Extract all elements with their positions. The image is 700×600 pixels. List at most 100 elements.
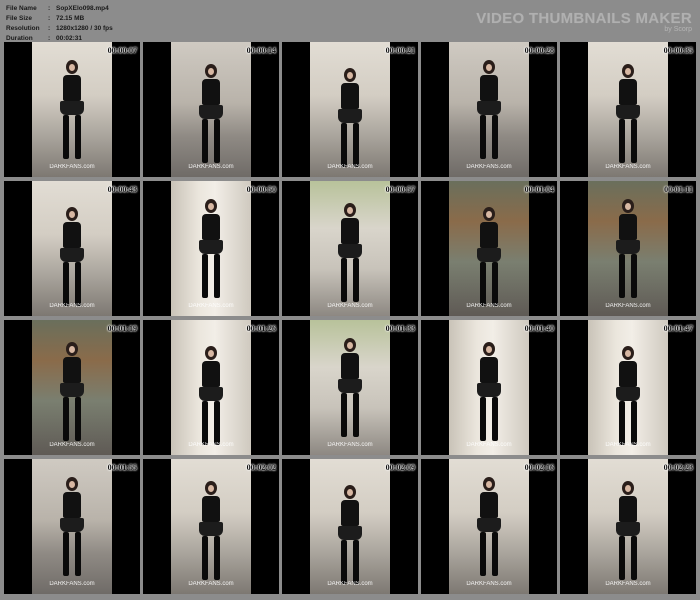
thumbnail-frame[interactable]: 00:02:02 DARKFANS.com xyxy=(143,459,279,594)
timestamp: 00:00:57 xyxy=(385,185,415,194)
thumbnail-frame[interactable]: 00:01:04 DARKFANS.com xyxy=(421,181,557,316)
watermark: DARKFANS.com xyxy=(188,442,234,448)
watermark: DARKFANS.com xyxy=(466,303,512,309)
thumbnail-image xyxy=(171,459,251,594)
timestamp: 00:00:07 xyxy=(107,46,137,55)
watermark: DARKFANS.com xyxy=(327,581,373,587)
watermark: DARKFANS.com xyxy=(49,442,95,448)
person-figure xyxy=(60,477,84,576)
watermark: DARKFANS.com xyxy=(466,164,512,170)
thumbnail-frame[interactable]: 00:02:09 DARKFANS.com xyxy=(282,459,418,594)
timestamp: 00:01:33 xyxy=(385,324,415,333)
file-name-label: File Name xyxy=(6,5,37,12)
file-size-separator: : xyxy=(48,15,51,22)
timestamp: 00:01:11 xyxy=(664,185,693,194)
file-info-panel: File Name : SopXElo098.mp4 File Size : 7… xyxy=(6,4,113,44)
person-figure xyxy=(60,207,84,306)
resolution-separator: : xyxy=(48,25,51,32)
person-figure xyxy=(338,338,362,437)
timestamp: 00:00:35 xyxy=(663,46,693,55)
thumbnail-frame[interactable]: 00:01:11 DARKFANS.com xyxy=(560,181,696,316)
timestamp: 00:01:26 xyxy=(246,324,276,333)
brand-logo: VIDEO THUMBNAILS MAKER by Scorp xyxy=(476,10,692,33)
person-figure xyxy=(477,60,501,159)
thumbnail-image xyxy=(310,181,390,316)
person-figure xyxy=(616,346,640,445)
person-figure xyxy=(477,207,501,306)
thumbnail-frame[interactable]: 00:00:14 DARKFANS.com xyxy=(143,42,279,177)
person-figure xyxy=(60,60,84,159)
thumbnail-image xyxy=(310,320,390,455)
person-figure xyxy=(616,64,640,163)
thumbnail-image xyxy=(32,42,112,177)
resolution-label: Resolution xyxy=(6,25,40,32)
person-figure xyxy=(199,199,223,298)
thumbnail-frame[interactable]: 00:00:28 DARKFANS.com xyxy=(421,42,557,177)
thumbnail-image xyxy=(449,459,529,594)
thumbnail-image xyxy=(449,181,529,316)
thumbnail-frame[interactable]: 00:01:19 DARKFANS.com xyxy=(4,320,140,455)
thumbnail-frame[interactable]: 00:01:26 DARKFANS.com xyxy=(143,320,279,455)
watermark: DARKFANS.com xyxy=(466,581,512,587)
person-figure xyxy=(199,481,223,580)
thumbnail-frame[interactable]: 00:00:57 DARKFANS.com xyxy=(282,181,418,316)
timestamp: 00:01:47 xyxy=(663,324,693,333)
resolution-row: Resolution : 1280x1280 / 30 fps xyxy=(6,24,113,34)
timestamp: 00:00:14 xyxy=(246,46,276,55)
person-figure xyxy=(60,342,84,441)
thumbnail-frame[interactable]: 00:02:23 DARKFANS.com xyxy=(560,459,696,594)
timestamp: 00:00:21 xyxy=(385,46,415,55)
thumbnail-frame[interactable]: 00:01:40 DARKFANS.com xyxy=(421,320,557,455)
thumbnail-frame[interactable]: 00:00:43 DARKFANS.com xyxy=(4,181,140,316)
thumbnail-frame[interactable]: 00:01:33 DARKFANS.com xyxy=(282,320,418,455)
thumbnail-image xyxy=(310,42,390,177)
resolution-value: 1280x1280 / 30 fps xyxy=(56,25,113,32)
brand-subtitle: by Scorp xyxy=(664,26,692,33)
timestamp: 00:00:28 xyxy=(524,46,554,55)
watermark: DARKFANS.com xyxy=(188,164,234,170)
timestamp: 00:01:04 xyxy=(524,185,554,194)
watermark: DARKFANS.com xyxy=(605,442,651,448)
person-figure xyxy=(477,477,501,576)
timestamp: 00:00:43 xyxy=(107,185,137,194)
thumbnail-frame[interactable]: 00:01:47 DARKFANS.com xyxy=(560,320,696,455)
thumbnail-image xyxy=(32,320,112,455)
timestamp: 00:00:50 xyxy=(246,185,276,194)
person-figure xyxy=(338,203,362,302)
thumbnail-frame[interactable]: 00:01:55 DARKFANS.com xyxy=(4,459,140,594)
timestamp: 00:01:19 xyxy=(107,324,137,333)
timestamp: 00:02:23 xyxy=(663,463,693,472)
file-name-separator: : xyxy=(48,5,51,12)
watermark: DARKFANS.com xyxy=(188,581,234,587)
thumbnail-grid: 00:00:07 DARKFANS.com 00:00:14 DARKFANS.com… xyxy=(4,42,696,598)
thumbnail-frame[interactable]: 00:00:07 DARKFANS.com xyxy=(4,42,140,177)
thumbnail-image xyxy=(171,181,251,316)
thumbnail-image xyxy=(32,181,112,316)
thumbnail-frame[interactable]: 00:00:50 DARKFANS.com xyxy=(143,181,279,316)
person-figure xyxy=(616,481,640,580)
watermark: DARKFANS.com xyxy=(188,303,234,309)
thumbnail-image xyxy=(588,459,668,594)
file-size-label: File Size xyxy=(6,15,33,22)
watermark: DARKFANS.com xyxy=(49,581,95,587)
person-figure xyxy=(338,485,362,584)
thumbnail-frame[interactable]: 00:02:16 DARKFANS.com xyxy=(421,459,557,594)
thumbnail-image xyxy=(588,42,668,177)
thumbnail-frame[interactable]: 00:00:35 DARKFANS.com xyxy=(560,42,696,177)
watermark: DARKFANS.com xyxy=(327,164,373,170)
file-name-value: SopXElo098.mp4 xyxy=(56,5,109,12)
timestamp: 00:01:55 xyxy=(107,463,137,472)
timestamp: 00:02:02 xyxy=(246,463,276,472)
thumbnail-frame[interactable]: 00:00:21 DARKFANS.com xyxy=(282,42,418,177)
watermark: DARKFANS.com xyxy=(605,303,651,309)
thumbnail-image xyxy=(449,320,529,455)
thumbnail-image xyxy=(310,459,390,594)
watermark: DARKFANS.com xyxy=(327,303,373,309)
person-figure xyxy=(477,342,501,441)
person-figure xyxy=(616,199,640,298)
brand-title: VIDEO THUMBNAILS MAKER xyxy=(476,10,692,27)
watermark: DARKFANS.com xyxy=(49,164,95,170)
thumbnail-image xyxy=(171,42,251,177)
thumbnail-image xyxy=(32,459,112,594)
watermark: DARKFANS.com xyxy=(605,581,651,587)
